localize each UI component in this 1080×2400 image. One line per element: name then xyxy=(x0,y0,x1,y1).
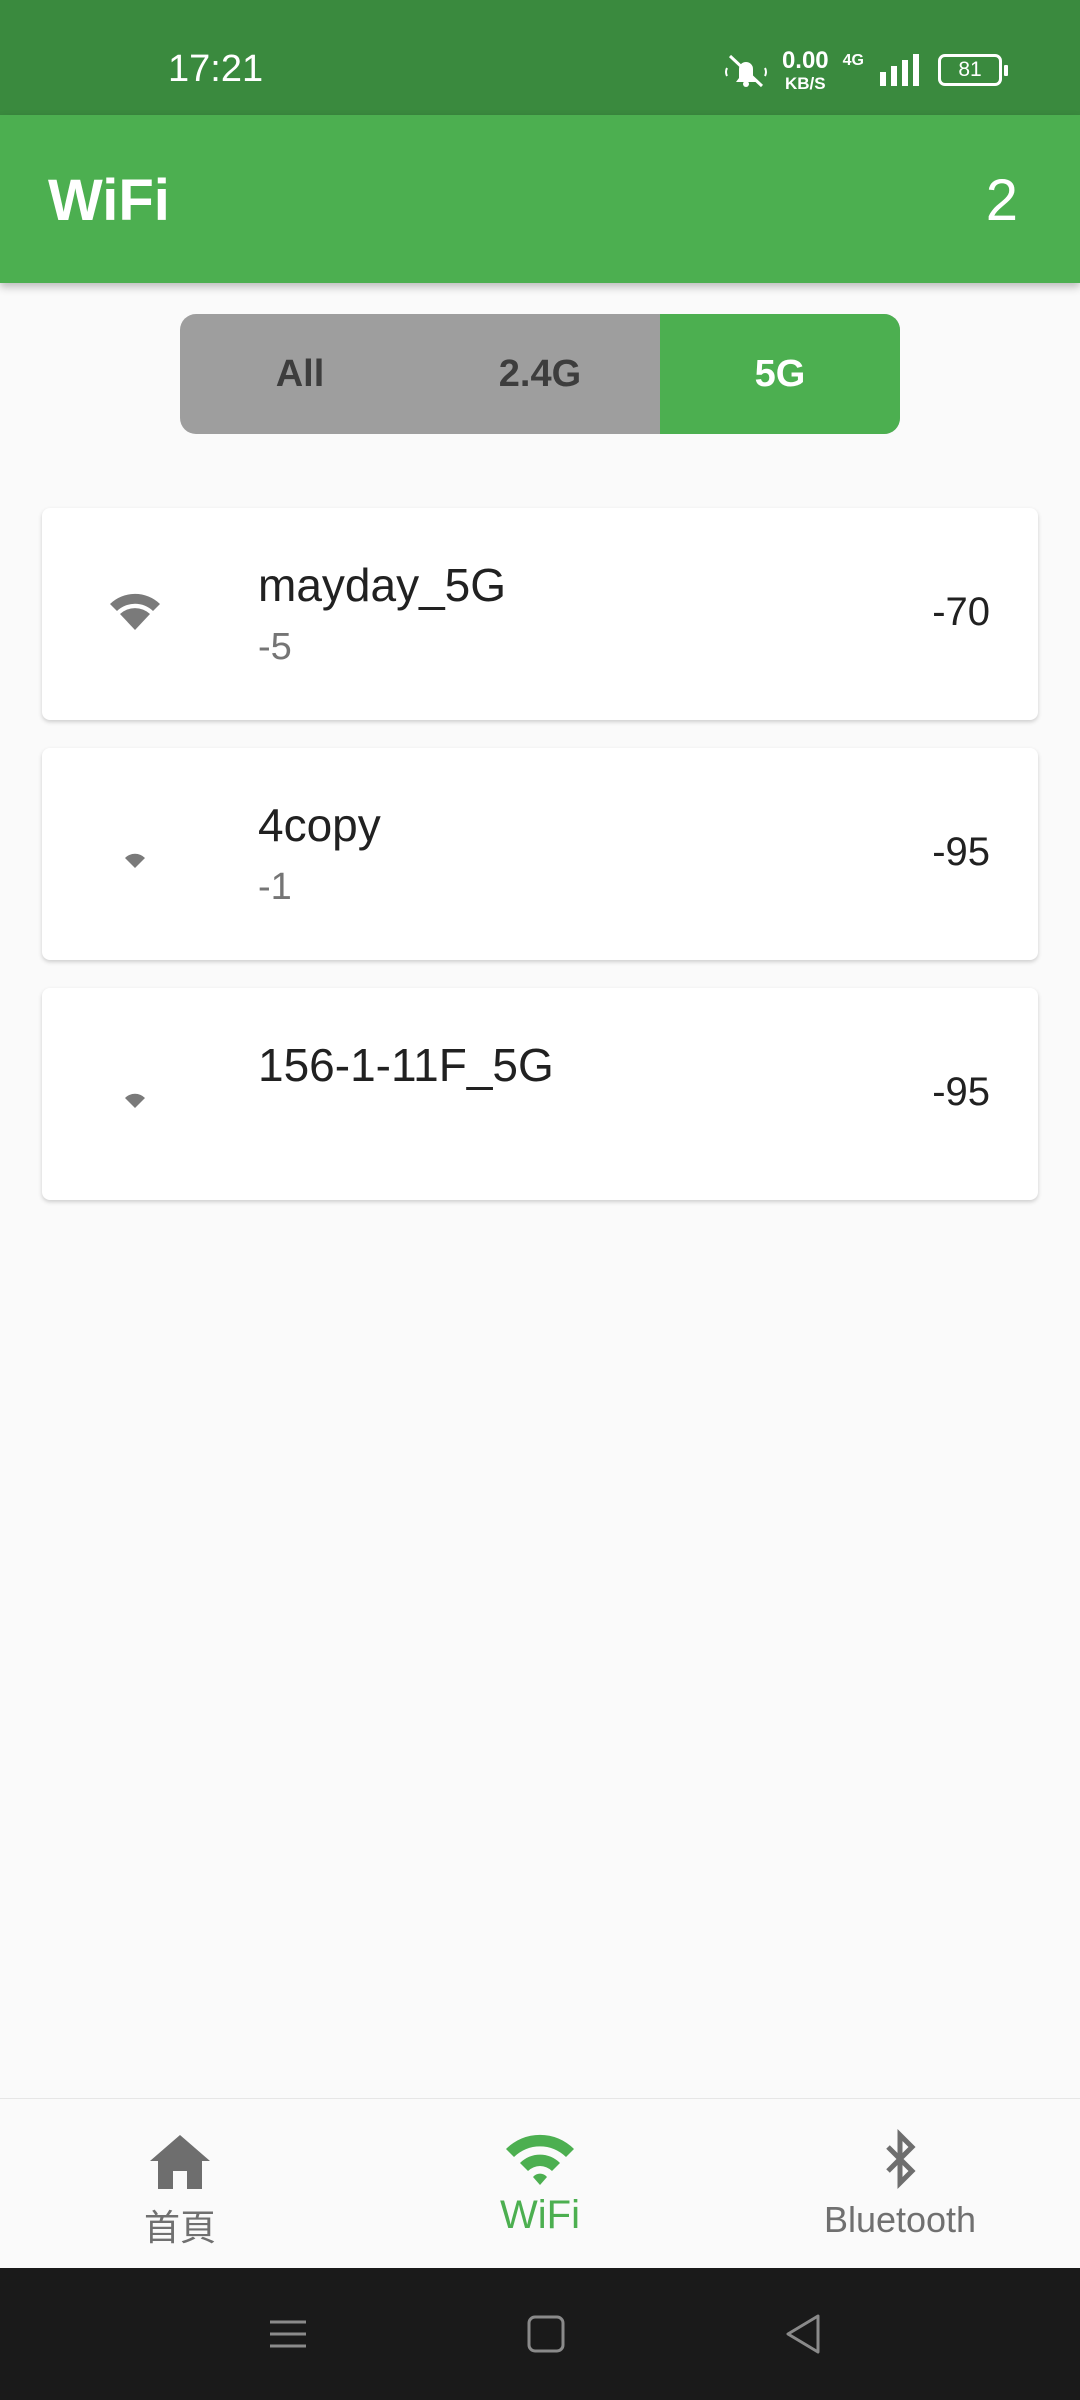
signal-icon xyxy=(880,54,919,86)
network-rssi: -70 xyxy=(932,590,990,634)
network-list: mayday_5G -5 -70 4copy -1 -95 156-1-11F_… xyxy=(42,508,1038,1228)
network-ssid: mayday_5G xyxy=(258,559,507,611)
mute-icon xyxy=(724,54,767,88)
battery-tip xyxy=(1004,64,1008,76)
network-ssid: 156-1-11F_5G xyxy=(258,1039,554,1091)
band-filter: All 2.4G 5G xyxy=(180,314,900,434)
network-channel: -1 xyxy=(258,866,292,908)
home-square-icon[interactable] xyxy=(516,2304,576,2364)
filter-5g[interactable]: 5G xyxy=(660,314,900,434)
nav-item-home[interactable]: 首頁 xyxy=(0,2099,360,2269)
menu-icon[interactable] xyxy=(258,2304,318,2364)
wifi-icon xyxy=(506,2134,574,2185)
nav-label-wifi: WiFi xyxy=(500,2193,580,2237)
nav-label-bluetooth: Bluetooth xyxy=(823,2199,977,2240)
nav-item-bluetooth[interactable]: Bluetooth xyxy=(720,2099,1080,2269)
bluetooth-icon xyxy=(886,2128,916,2190)
network-card[interactable]: 4copy -1 -95 xyxy=(42,748,1038,960)
bottom-navigation: 首頁 WiFi Bluetooth xyxy=(0,2098,1080,2269)
network-count: 2 xyxy=(985,168,1018,233)
nav-label-home: 首頁 xyxy=(143,2207,216,2248)
status-bar: 17:21 0.00 KB/S 4G 81 xyxy=(0,0,1080,115)
status-icons: 0.00 KB/S 4G 81 xyxy=(724,46,1008,93)
home-icon xyxy=(150,2135,210,2189)
filter-all[interactable]: All xyxy=(180,314,420,434)
battery-level: 81 xyxy=(938,54,1002,86)
network-channel: -5 xyxy=(258,626,292,668)
network-card[interactable]: mayday_5G -5 -70 xyxy=(42,508,1038,720)
network-ssid: 4copy xyxy=(258,799,381,851)
nav-item-wifi[interactable]: WiFi xyxy=(360,2099,720,2269)
system-navigation-bar xyxy=(0,2268,1080,2400)
app-bar: WiFi 2 xyxy=(0,115,1080,283)
network-speed: 0.00 KB/S xyxy=(781,46,829,93)
network-card[interactable]: 156-1-11F_5G -95 xyxy=(42,988,1038,1200)
network-type: 4G xyxy=(842,52,864,69)
battery-icon: 81 xyxy=(938,54,1008,86)
wifi-signal-weak-icon xyxy=(125,853,145,868)
network-rssi: -95 xyxy=(932,1070,990,1114)
page-title: WiFi xyxy=(48,168,170,233)
network-rssi: -95 xyxy=(932,830,990,874)
network-speed-unit: KB/S xyxy=(784,73,826,93)
back-icon[interactable] xyxy=(774,2304,834,2364)
wifi-signal-medium-icon xyxy=(110,593,160,630)
filter-2-4g[interactable]: 2.4G xyxy=(420,314,660,434)
network-speed-value: 0.00 xyxy=(781,46,829,74)
status-time: 17:21 xyxy=(168,48,264,90)
wifi-signal-weak-icon xyxy=(125,1093,145,1108)
